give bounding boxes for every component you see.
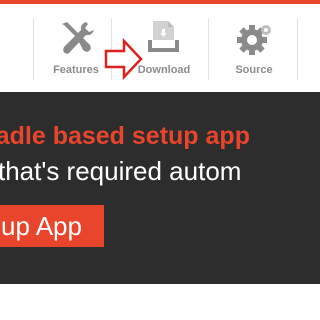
hero-banner: radle based setup app that's required au… [0,92,320,284]
top-navigation: Features Download Source [0,4,320,90]
tools-icon [56,18,96,63]
download-tray-icon [146,18,182,63]
nav-divider [297,18,298,80]
hero-title: radle based setup app [0,122,250,150]
nav-item-features[interactable]: Features [44,4,108,90]
nav-divider [208,18,209,80]
nav-item-label: Download [137,64,191,76]
gear-icon [234,20,274,65]
setup-app-button[interactable]: up App [0,205,104,247]
nav-divider [33,18,34,80]
hero-subtitle: that's required autom [0,156,242,186]
nav-item-download[interactable]: Download [132,4,196,90]
nav-item-label: Features [53,64,99,76]
nav-item-source[interactable]: Source [222,4,286,90]
nav-item-label: Source [235,64,273,76]
